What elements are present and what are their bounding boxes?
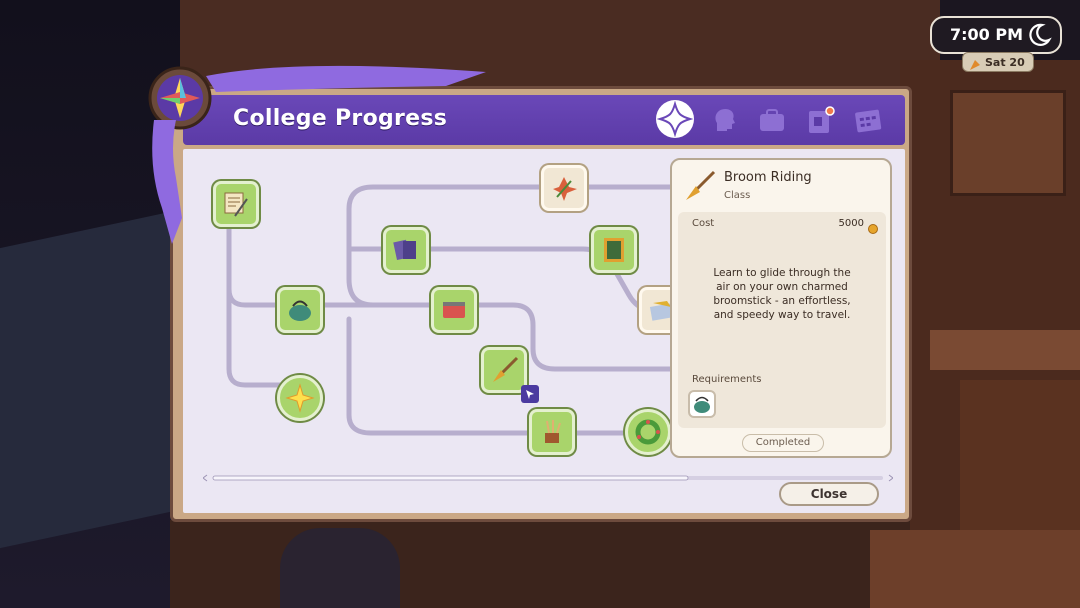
sun-spark-icon [285, 383, 315, 413]
coin-icon [868, 219, 878, 238]
cost-value: 5000 [838, 218, 864, 229]
class-info-card: Broom Riding Class Cost 5000 Learn to gl… [670, 158, 892, 458]
briefcase-icon [760, 109, 784, 131]
red-tin-icon [443, 302, 465, 318]
node-herb[interactable] [541, 165, 587, 211]
cost-label: Cost [692, 218, 715, 229]
tab-college[interactable] [655, 99, 695, 139]
tab-character[interactable] [709, 105, 739, 135]
node-sun-spark[interactable] [277, 375, 323, 421]
node-potion-brush[interactable] [529, 409, 575, 455]
tab-inventory[interactable] [757, 105, 787, 135]
red-herb-icon [553, 177, 577, 201]
broom-icon [682, 168, 718, 208]
wreath-icon [635, 419, 661, 445]
clock-widget: 7:00 PM [930, 16, 1062, 54]
framed-picture-icon [604, 238, 624, 262]
horizontal-scrollbar[interactable] [202, 467, 894, 482]
requirements-label: Requirements [692, 374, 762, 385]
leaf-icon [969, 56, 981, 75]
node-wreath[interactable] [625, 409, 671, 455]
brush-pot-icon [545, 420, 561, 443]
cursor-icon [521, 385, 539, 407]
tab-calendar[interactable] [853, 105, 883, 135]
ribbon-decoration [146, 58, 506, 262]
class-subtitle: Class [724, 190, 751, 201]
requirement-kettle-icon[interactable] [688, 390, 716, 418]
calendar-icon [855, 109, 882, 133]
date-badge: Sat 20 [962, 52, 1034, 72]
class-description: Learn to glide through the air on your o… [713, 267, 851, 321]
sparkle-emblem-icon [656, 100, 694, 138]
status-badge: Completed [742, 434, 824, 452]
class-details: Cost 5000 Learn to glide through the air… [678, 212, 886, 428]
clock-time: 7:00 PM [950, 25, 1024, 44]
date-text: Sat 20 [985, 56, 1025, 69]
broom-icon [493, 356, 519, 382]
notice-board-icon [809, 106, 835, 133]
kettle-icon [289, 300, 311, 321]
node-painting[interactable] [591, 227, 637, 273]
class-title: Broom Riding [724, 170, 812, 185]
tab-quests[interactable] [805, 105, 835, 135]
close-button[interactable]: Close [779, 482, 879, 506]
moon-icon [1026, 22, 1052, 52]
head-profile-icon [715, 109, 735, 131]
node-red-tin[interactable] [431, 287, 477, 333]
node-kettle[interactable] [277, 287, 323, 333]
